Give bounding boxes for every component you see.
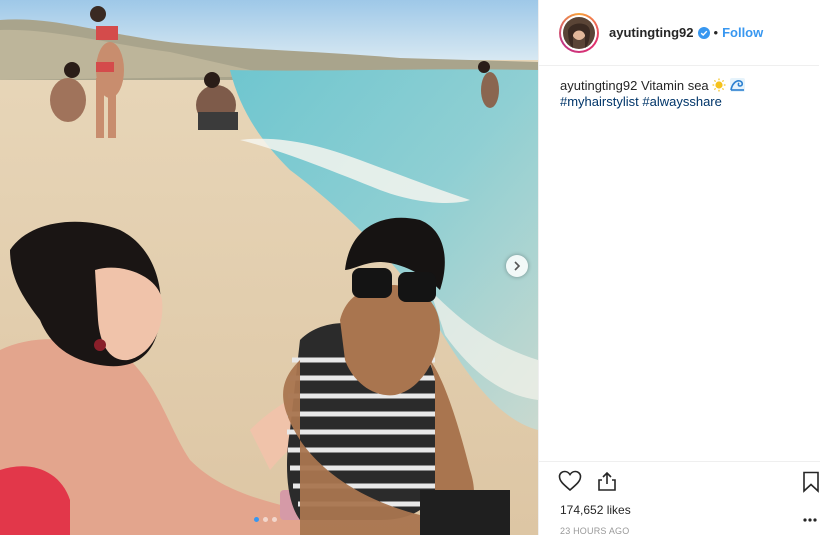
verified-badge-icon xyxy=(697,26,710,39)
separator-dot: • xyxy=(713,25,719,40)
username-link[interactable]: ayutingting92 xyxy=(609,25,694,40)
bookmark-icon xyxy=(803,471,819,493)
beach-photo-image xyxy=(0,0,538,535)
post-timestamp[interactable]: 23 HOURS AGO xyxy=(539,526,820,535)
wave-emoji-icon xyxy=(729,78,745,92)
hashtag-link[interactable]: #myhairstylist xyxy=(560,94,639,109)
caption-text: Vitamin sea xyxy=(640,78,709,93)
likes-count[interactable]: 174,652 likes xyxy=(539,503,820,517)
save-button[interactable] xyxy=(802,471,820,498)
post-side-panel: ayutingting92 • Follow ayutingting92 Vit… xyxy=(538,0,837,535)
caption-username-link[interactable]: ayutingting92 xyxy=(560,78,637,93)
chevron-right-icon xyxy=(514,261,521,271)
post-photo[interactable] xyxy=(0,0,538,535)
avatar[interactable] xyxy=(559,12,599,53)
carousel-dot-1 xyxy=(254,517,259,522)
more-options-icon xyxy=(803,518,817,522)
post-actions: 174,652 likes 23 HOURS AGO xyxy=(539,461,820,535)
carousel-next-button[interactable] xyxy=(506,255,528,277)
post-caption: ayutingting92 Vitamin sea #myhairstylist… xyxy=(539,66,837,110)
like-button[interactable] xyxy=(558,470,582,497)
post-header: ayutingting92 • Follow xyxy=(539,0,819,66)
carousel-dot-2 xyxy=(263,517,268,522)
carousel-dot-3 xyxy=(272,517,277,522)
heart-icon xyxy=(558,470,582,491)
profile-picture-image xyxy=(563,16,595,49)
share-button[interactable] xyxy=(596,470,618,497)
carousel-indicator xyxy=(254,517,277,522)
more-options-button[interactable] xyxy=(803,509,817,527)
share-icon xyxy=(598,471,616,491)
follow-button[interactable]: Follow xyxy=(722,25,763,40)
hashtag-link[interactable]: #alwaysshare xyxy=(642,94,722,109)
sun-emoji-icon xyxy=(712,78,726,92)
